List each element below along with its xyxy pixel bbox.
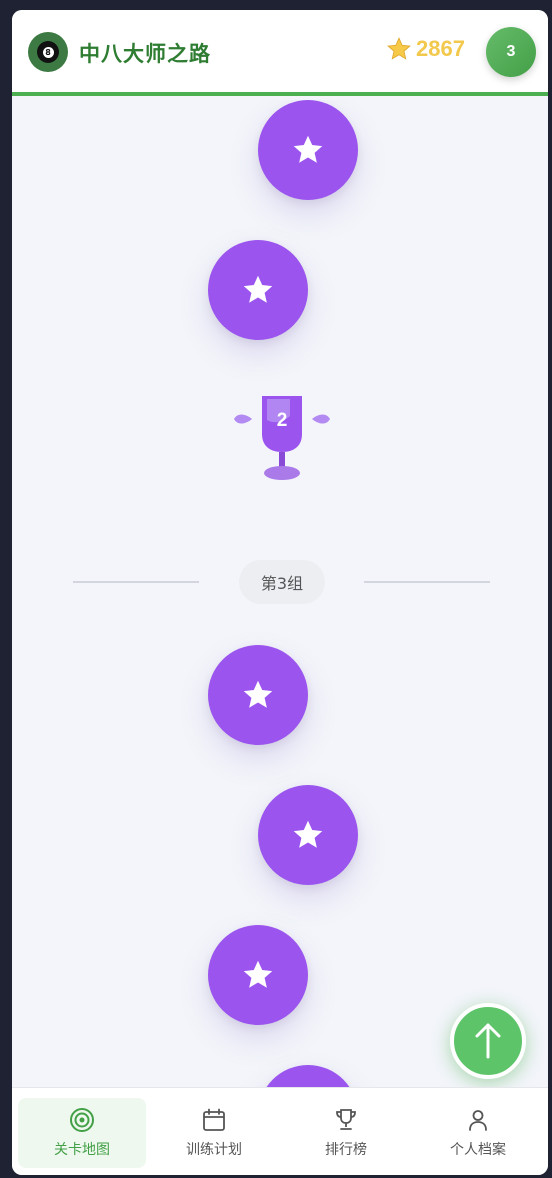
level-node[interactable] [258, 100, 358, 200]
star-counter: 2867 [386, 36, 465, 62]
star-icon [387, 37, 411, 60]
divider-right [364, 581, 490, 583]
level-node[interactable] [258, 1065, 358, 1087]
trophy-number: 2 [276, 410, 288, 431]
app-title: 中八大师之路 [79, 42, 211, 66]
level-node[interactable] [208, 240, 308, 340]
app-screen: 8 中八大师之路 2867 3 2 第3组 关卡地图 训练计划 排行榜 个人档案 [12, 10, 548, 1175]
nav-item-training-plan[interactable]: 训练计划 [150, 1098, 278, 1168]
star-icon [243, 960, 273, 988]
divider-left [73, 581, 199, 583]
eight-ball-icon: 8 [37, 41, 59, 63]
app-header: 8 中八大师之路 2867 3 [12, 10, 548, 96]
trophy-icon [234, 396, 330, 480]
user-icon [469, 1110, 487, 1131]
nav-label: 关卡地图 [54, 1142, 110, 1158]
nav-label: 排行榜 [325, 1142, 367, 1158]
star-icon [293, 135, 323, 163]
bottom-nav: 关卡地图 训练计划 排行榜 个人档案 [12, 1087, 548, 1175]
level-node[interactable] [208, 645, 308, 745]
group-trophy[interactable]: 2 [232, 390, 332, 490]
star-icon [293, 820, 323, 848]
star-count: 2867 [416, 36, 465, 61]
scroll-to-top-button[interactable] [450, 1003, 526, 1079]
arrow-up-icon [475, 1023, 501, 1059]
nav-item-leaderboard[interactable]: 排行榜 [282, 1098, 410, 1168]
nav-label: 个人档案 [450, 1142, 506, 1158]
level-node[interactable] [208, 925, 308, 1025]
star-icon [243, 275, 273, 303]
nav-item-profile[interactable]: 个人档案 [414, 1098, 542, 1168]
star-icon [243, 680, 273, 708]
level-badge[interactable]: 3 [486, 27, 536, 77]
level-node[interactable] [258, 785, 358, 885]
group-label: 第3组 [239, 560, 325, 604]
ball-number: 8 [42, 46, 54, 58]
level-map[interactable]: 2 第3组 [12, 100, 548, 1087]
trophy-icon [336, 1109, 356, 1130]
app-logo: 8 [28, 32, 68, 72]
nav-label: 训练计划 [186, 1142, 242, 1158]
nav-item-level-map[interactable]: 关卡地图 [18, 1098, 146, 1168]
calendar-icon [203, 1108, 225, 1131]
target-icon [70, 1108, 94, 1132]
